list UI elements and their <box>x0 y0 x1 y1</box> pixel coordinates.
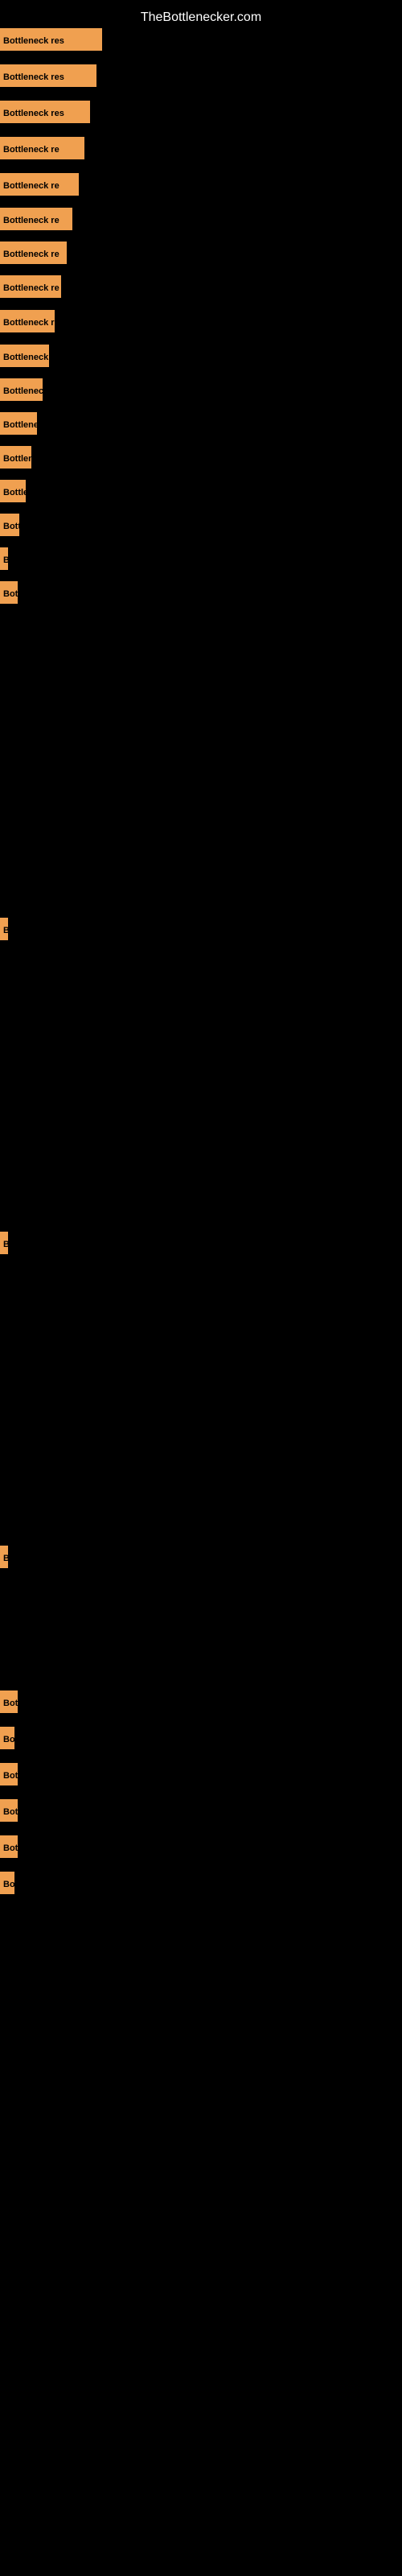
bar-item: Bottleneck res <box>0 101 90 123</box>
bar-item: Bottleneck res <box>0 64 96 87</box>
bar-item: B <box>0 1232 8 1254</box>
bar-item: Bott <box>0 1835 18 1858</box>
bar-item: Bottleneck ro <box>0 345 49 367</box>
bar-item: Bottleneck re <box>0 173 79 196</box>
bar-item: Bottleneck r <box>0 378 43 401</box>
bar-item: Bo <box>0 1727 14 1749</box>
bar-item: B <box>0 918 8 940</box>
bar-item: Bottleneck re <box>0 137 84 159</box>
bar-item: Bo <box>0 1872 14 1894</box>
bar-item: Bottleneck re <box>0 275 61 298</box>
bar-item: Bott <box>0 1799 18 1822</box>
bar-item: B <box>0 1546 8 1568</box>
bar-item: Bot <box>0 1763 18 1785</box>
bar-item: Bottleneck re <box>0 242 67 264</box>
bar-item: Bottleneck re <box>0 208 72 230</box>
bar-item: B <box>0 547 8 570</box>
bar-item: Bottleneck <box>0 480 26 502</box>
bar-item: Bottleneck <box>0 446 31 469</box>
bar-item: Bottleneck re <box>0 310 55 332</box>
bar-item: Bott <box>0 581 18 604</box>
bar-item: Bottleneck <box>0 412 37 435</box>
bar-item: Bottle <box>0 514 19 536</box>
bar-item: Bottleneck res <box>0 28 102 51</box>
site-title: TheBottlenecker.com <box>0 4 402 31</box>
bar-item: Bot <box>0 1690 18 1713</box>
